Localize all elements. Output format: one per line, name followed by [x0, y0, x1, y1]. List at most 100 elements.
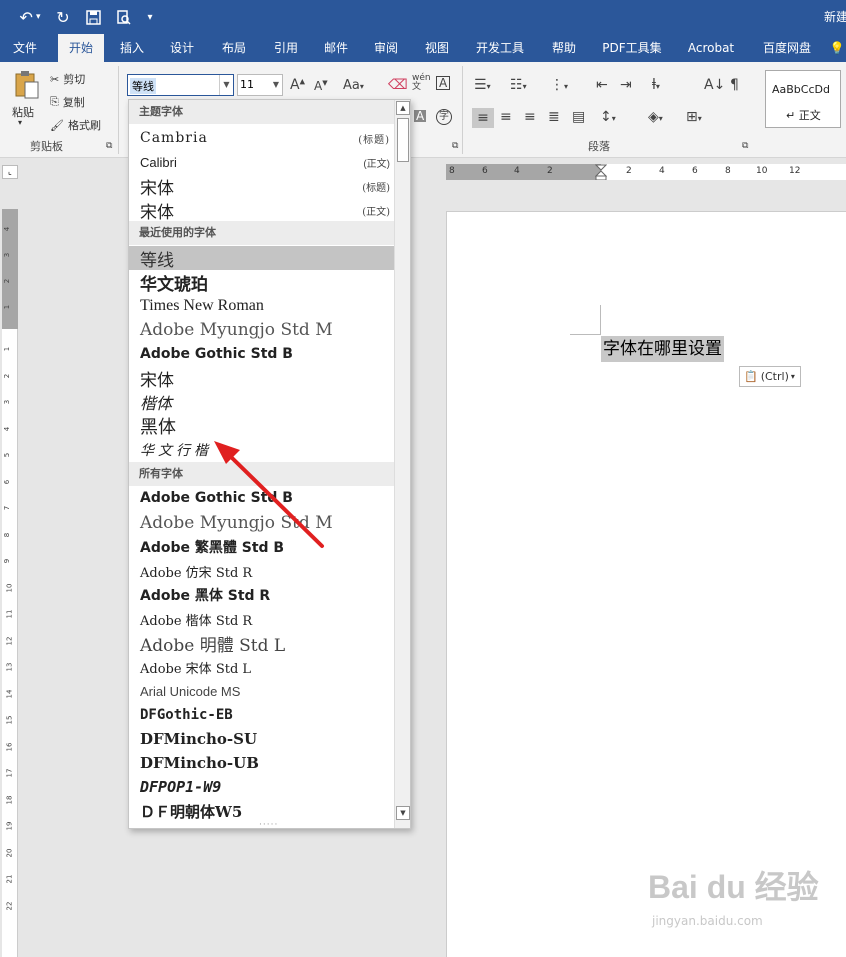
justify-icon[interactable]: ≣ — [548, 110, 560, 124]
bullets-icon[interactable]: ☰▾ — [474, 78, 491, 92]
resize-grip-icon[interactable]: ····· — [259, 820, 278, 828]
undo-icon[interactable]: ↶ ▾ — [14, 5, 46, 29]
line-spacing-icon[interactable]: ↕▾ — [600, 110, 616, 124]
font-item-huawen-hupo[interactable]: 华文琥珀 — [129, 270, 394, 295]
font-item-songti[interactable]: 宋体 — [129, 366, 394, 391]
indent-marker-icon[interactable] — [595, 164, 607, 180]
tab-developer[interactable]: 开发工具 — [468, 34, 532, 62]
tab-acrobat[interactable]: Acrobat — [678, 34, 744, 62]
chevron-down-icon[interactable]: ▼ — [270, 75, 282, 95]
paste-icon[interactable] — [10, 70, 44, 100]
customize-qat-icon[interactable]: ▾ — [142, 5, 158, 29]
font-item-dfgothic-eb[interactable]: DFGothic-EB — [129, 703, 394, 727]
font-item-adobe-myungjo[interactable]: Adobe Myungjo Std M — [129, 318, 394, 342]
tab-insert[interactable]: 插入 — [110, 34, 154, 62]
borders-icon[interactable]: ⊞▾ — [686, 110, 702, 124]
cut-button[interactable]: ✂ 剪切 — [50, 71, 85, 87]
font-item-songti-body[interactable]: 宋体 (正文) — [129, 198, 394, 223]
paste-options-button[interactable]: 📋 (Ctrl) ▾ — [739, 366, 801, 387]
font-dropdown-list[interactable]: 主题字体 Cambria (标题) Calibri (正文) 宋体 (标题) 宋体 (正… — [128, 99, 411, 829]
phonetic-guide-icon[interactable]: wén 文 — [412, 74, 431, 92]
font-item-cambria-heading[interactable]: Cambria (标题) — [129, 126, 394, 150]
font-item-dfpop1-w9[interactable]: DFPOP1-W9 — [129, 775, 394, 799]
clipboard-launcher-icon[interactable]: ⧉ — [106, 142, 112, 151]
scroll-down-icon[interactable]: ▼ — [396, 806, 410, 820]
lightbulb-icon[interactable]: 💡 — [828, 34, 846, 62]
font-item-dfmincho-su[interactable]: DFMincho-SU — [129, 727, 394, 751]
print-preview-icon[interactable] — [112, 5, 134, 29]
show-marks-icon[interactable]: ¶ — [730, 78, 739, 92]
save-icon[interactable] — [82, 5, 104, 29]
chevron-down-icon[interactable]: ▼ — [219, 75, 233, 95]
scroll-thumb[interactable] — [397, 118, 409, 162]
copy-button[interactable]: ⎘ 复制 — [50, 94, 85, 110]
font-launcher-icon[interactable]: ⧉ — [452, 142, 458, 151]
title-bar: ↶ ▾ ↻ ▾ 新建 — [0, 0, 846, 34]
clear-formatting-icon[interactable]: ⌫ — [388, 78, 408, 92]
tab-mailings[interactable]: 邮件 — [314, 34, 358, 62]
tab-file[interactable]: 文件 — [0, 34, 50, 62]
distributed-icon[interactable]: ▤ — [572, 110, 585, 124]
paragraph-launcher-icon[interactable]: ⧉ — [742, 142, 748, 151]
font-item-adobe-gothic[interactable]: Adobe Gothic Std B — [129, 342, 394, 366]
font-item-adobe-songti[interactable]: Adobe 宋体 Std L — [129, 655, 394, 679]
document-page[interactable] — [446, 211, 846, 957]
tab-design[interactable]: 设计 — [160, 34, 204, 62]
font-item-adobe-gothic-all[interactable]: Adobe Gothic Std B — [129, 486, 394, 510]
tab-layout[interactable]: 布局 — [212, 34, 256, 62]
increase-indent-icon[interactable]: ⇥ — [620, 78, 632, 92]
change-case-button[interactable]: Aa▾ — [343, 79, 364, 92]
numbering-icon[interactable]: ☷▾ — [510, 78, 527, 92]
enclose-character-icon[interactable]: 字 — [436, 109, 452, 125]
tab-home[interactable]: 开始 — [58, 34, 104, 62]
tab-selector-icon[interactable]: ⌞ — [2, 165, 18, 179]
font-item-kaiti[interactable]: 楷体 — [129, 390, 394, 414]
character-shading-icon[interactable]: A — [414, 110, 427, 122]
font-item-times-new-roman[interactable]: Times New Roman — [129, 294, 394, 318]
font-item-dengxian[interactable]: 等线 — [129, 246, 394, 271]
font-item-adobe-fan-hei[interactable]: Adobe 繁黑體 Std B — [129, 535, 394, 559]
character-border-icon[interactable]: A — [436, 76, 451, 90]
dropdown-scrollbar[interactable]: ▲ ▼ — [394, 100, 410, 828]
align-left-icon[interactable]: ≡ — [472, 108, 494, 128]
font-item-heiti[interactable]: 黑体 — [129, 414, 394, 438]
tab-help[interactable]: 帮助 — [540, 34, 588, 62]
selected-document-text[interactable]: 字体在哪里设置 — [601, 336, 724, 362]
redo-icon[interactable]: ↻ — [52, 5, 74, 29]
font-item-adobe-myungjo-all[interactable]: Adobe Myungjo Std M — [129, 511, 394, 535]
font-name-combobox[interactable]: 等线 ▼ — [127, 74, 234, 96]
ruler-tick-label: 15 — [5, 715, 14, 725]
shading-icon[interactable]: ◈▾ — [648, 110, 663, 124]
ribbon-tabs: 文件 开始 插入 设计 布局 引用 邮件 审阅 视图 开发工具 帮助 PDF工具… — [0, 34, 846, 62]
tab-view[interactable]: 视图 — [415, 34, 459, 62]
ruler-tick-label: 2 — [3, 373, 12, 378]
align-right-icon[interactable]: ≡ — [524, 110, 536, 124]
ruler-tick-label: 2 — [626, 166, 632, 176]
paste-dropdown-icon[interactable]: ▾ — [18, 118, 22, 127]
font-item-songti-heading[interactable]: 宋体 (标题) — [129, 174, 394, 199]
tab-references[interactable]: 引用 — [264, 34, 308, 62]
font-item-adobe-kaiti[interactable]: Adobe 楷体 Std R — [129, 607, 394, 631]
font-item-dfmincho-ub[interactable]: DFMincho-UB — [129, 751, 394, 775]
grow-font-icon[interactable]: A▲ — [290, 78, 305, 92]
sort-icon[interactable]: A↓ — [704, 78, 725, 92]
format-painter-button[interactable]: 🖌 格式刷 — [50, 117, 101, 133]
font-item-calibri-body[interactable]: Calibri (正文) — [129, 150, 394, 174]
tab-review[interactable]: 审阅 — [364, 34, 408, 62]
tab-pdf-tools[interactable]: PDF工具集 — [596, 34, 668, 62]
paste-button[interactable]: 粘贴 — [12, 104, 34, 120]
font-item-adobe-heiti[interactable]: Adobe 黑体 Std R — [129, 583, 394, 607]
font-size-combobox[interactable]: 11 ▼ — [237, 74, 283, 96]
font-item-adobe-ming[interactable]: Adobe 明體 Std L — [129, 631, 394, 656]
multilevel-list-icon[interactable]: ⋮▾ — [550, 78, 568, 92]
scroll-up-icon[interactable]: ▲ — [396, 101, 410, 115]
decrease-indent-icon[interactable]: ⇤ — [596, 78, 608, 92]
font-item-arial-unicode[interactable]: Arial Unicode MS — [129, 679, 394, 703]
text-direction-icon[interactable]: ⱡ▾ — [652, 78, 660, 92]
shrink-font-icon[interactable]: A▼ — [314, 80, 328, 93]
font-item-huawen-xingkai[interactable]: 华文行楷 — [129, 438, 394, 462]
style-normal[interactable]: AaBbCcDd ↵ 正文 — [765, 70, 841, 128]
align-center-icon[interactable]: ≡ — [500, 110, 512, 124]
font-item-adobe-fangsong[interactable]: Adobe 仿宋 Std R — [129, 559, 394, 583]
tab-baidu-netdisk[interactable]: 百度网盘 — [754, 34, 820, 62]
